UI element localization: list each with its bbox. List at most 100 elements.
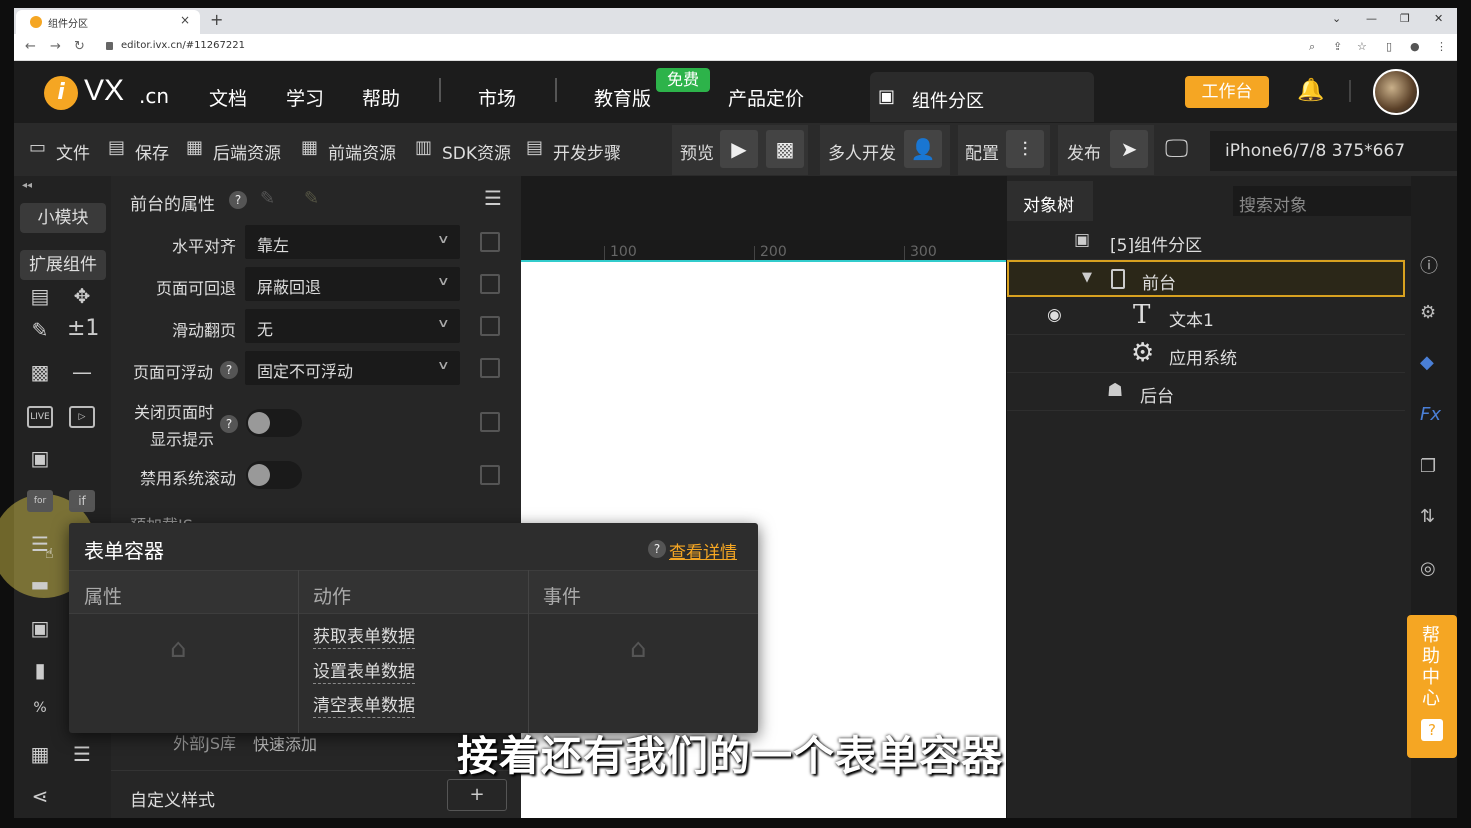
share-icon[interactable]: ⇪ (1333, 40, 1342, 53)
expand-arrow-icon[interactable]: ▼ (1082, 270, 1092, 285)
zoom-icon[interactable]: ⌕ (1309, 40, 1315, 54)
share-node-icon[interactable]: ⋖ (25, 784, 55, 808)
backend-resources-button[interactable]: 后端资源 (213, 139, 281, 164)
nav-learn[interactable]: 学习 (286, 84, 324, 111)
object-tree-tab[interactable]: 对象树 (1007, 181, 1093, 221)
settings-icon[interactable]: ⚙ (1420, 302, 1436, 323)
nav-help[interactable]: 帮助 (362, 84, 400, 111)
monitor-icon[interactable]: ▣ (25, 446, 55, 470)
eye-icon[interactable]: ◉ (1047, 305, 1062, 325)
back-icon[interactable]: ← (25, 39, 36, 54)
help-center-button[interactable]: 帮助中心 ? (1407, 615, 1457, 758)
layout-icon[interactable]: ▤ (25, 284, 55, 308)
nav-docs[interactable]: 文档 (209, 84, 247, 111)
card-icon[interactable]: ▬ (25, 572, 55, 596)
for-loop-icon[interactable]: for (27, 490, 53, 512)
help-icon[interactable]: ? (229, 191, 247, 209)
play-icon[interactable]: ▶ (720, 130, 758, 168)
collapse-icon[interactable]: ◂◂ (22, 180, 32, 191)
tree-node-text1[interactable]: ◉ T 文本1 (1007, 298, 1405, 335)
layers-icon[interactable]: ❐ (1420, 456, 1436, 477)
action-clear-form-data[interactable]: 清空表单数据 (313, 695, 415, 718)
window-close-icon[interactable]: ✕ (1434, 12, 1443, 25)
reload-icon[interactable]: ↻ (74, 39, 85, 54)
live-icon[interactable]: LIVE (27, 406, 53, 428)
device-icon[interactable]: 🖵 (1165, 134, 1188, 162)
counter-icon[interactable]: ±1 (67, 316, 99, 341)
tree-node-backend[interactable]: ☗ 后台 (1007, 374, 1405, 411)
copy-icon[interactable] (480, 274, 500, 294)
preview-label[interactable]: 预览 (680, 139, 714, 164)
user-icon[interactable]: 👤 (904, 130, 942, 168)
back-select[interactable]: 屏蔽回退 ∨ (245, 267, 460, 301)
device-selector[interactable]: iPhone6/7/8 375*667 (1210, 131, 1457, 171)
edit-icon[interactable]: ✎ (260, 188, 275, 209)
menu-dots-icon[interactable]: ⋮ (1436, 40, 1447, 53)
swipe-select[interactable]: 无 ∨ (245, 309, 460, 343)
pen-icon[interactable]: ✎ (25, 318, 55, 342)
copy-icon[interactable] (480, 358, 500, 378)
nav-pricing[interactable]: 产品定价 (728, 84, 804, 111)
close-tab-icon[interactable]: × (180, 13, 190, 27)
avatar[interactable] (1373, 69, 1419, 115)
forward-icon[interactable]: → (50, 39, 61, 54)
extjs-value[interactable]: 快速添加 (253, 731, 317, 755)
video-icon[interactable]: ▷ (69, 406, 95, 428)
publish-label[interactable]: 发布 (1067, 139, 1101, 164)
qrcode-icon[interactable]: ▩ (766, 130, 804, 168)
file-menu[interactable]: 文件 (56, 139, 90, 164)
nav-education[interactable]: 教育版 (594, 84, 651, 111)
profile-icon[interactable]: ● (1410, 40, 1420, 53)
if-condition-icon[interactable]: if (69, 490, 95, 512)
transfer-icon[interactable]: ⇅ (1420, 506, 1435, 527)
project-tab[interactable]: ▣ 组件分区 (870, 72, 1094, 122)
tab-list-icon[interactable]: ⌄ (1332, 12, 1341, 25)
bell-icon[interactable]: 🔔 (1297, 78, 1324, 103)
sliders-icon[interactable]: ⫶ (1006, 130, 1044, 168)
puzzle-icon[interactable]: ✥ (67, 284, 97, 308)
disable-scroll-toggle[interactable] (246, 461, 302, 489)
bookmark-star-icon[interactable]: ☆ (1357, 40, 1367, 53)
float-select[interactable]: 固定不可浮动 ∨ (245, 351, 460, 385)
copy-icon[interactable] (480, 465, 500, 485)
tree-node-root[interactable]: ▣ [5]组件分区 (1007, 223, 1405, 260)
copy-icon[interactable] (480, 316, 500, 336)
action-get-form-data[interactable]: 获取表单数据 (313, 626, 415, 649)
tab-small-module[interactable]: 小模块 (20, 203, 106, 233)
sdk-resources-button[interactable]: SDK资源 (442, 139, 511, 164)
tree-node-frontend[interactable]: ▼ 前台 (1007, 260, 1405, 297)
action-set-form-data[interactable]: 设置表单数据 (313, 661, 415, 684)
percent-icon[interactable]: % (25, 700, 55, 716)
dev-steps-button[interactable]: 开发步骤 (553, 139, 621, 164)
frontend-resources-button[interactable]: 前端资源 (328, 139, 396, 164)
target-icon[interactable]: ◎ (1420, 558, 1436, 579)
logic-icon[interactable]: ◆ (1420, 352, 1434, 373)
frame-icon[interactable]: ▣ (25, 616, 55, 640)
qrcode-component-icon[interactable]: ▩ (25, 360, 55, 384)
view-details-link[interactable]: 查看详情 (669, 538, 737, 563)
tab-ext-component[interactable]: 扩展组件 (20, 250, 106, 280)
new-tab-button[interactable]: + (210, 10, 223, 29)
copy-icon[interactable] (480, 232, 500, 252)
config-label[interactable]: 配置 (965, 139, 999, 164)
scroll-icon[interactable]: ▮ (25, 658, 55, 682)
function-icon[interactable]: Fx (1420, 404, 1441, 425)
help-icon[interactable]: ? (220, 415, 238, 433)
restore-icon[interactable]: ❐ (1400, 12, 1410, 25)
help-icon[interactable]: ? (648, 540, 666, 558)
add-style-button[interactable]: + (447, 779, 507, 811)
url-text[interactable]: editor.ivx.cn/#11267221 (121, 40, 245, 51)
minimize-icon[interactable]: — (1366, 12, 1377, 25)
info-icon[interactable]: ⓘ (1420, 252, 1438, 278)
note-icon[interactable]: ✎ (304, 188, 319, 209)
sidebar-icon[interactable]: ▯ (1386, 40, 1392, 53)
close-tip-toggle[interactable] (246, 409, 302, 437)
tree-list-icon[interactable]: ☰ (67, 742, 97, 766)
help-icon[interactable]: ? (220, 361, 238, 379)
send-icon[interactable]: ➤ (1110, 130, 1148, 168)
divider-icon[interactable]: — (67, 360, 97, 384)
menu-icon[interactable]: ☰ (484, 186, 502, 210)
halign-select[interactable]: 靠左 ∨ (245, 225, 460, 259)
table-icon[interactable]: ▦ (25, 742, 55, 766)
multi-dev-label[interactable]: 多人开发 (828, 139, 896, 164)
